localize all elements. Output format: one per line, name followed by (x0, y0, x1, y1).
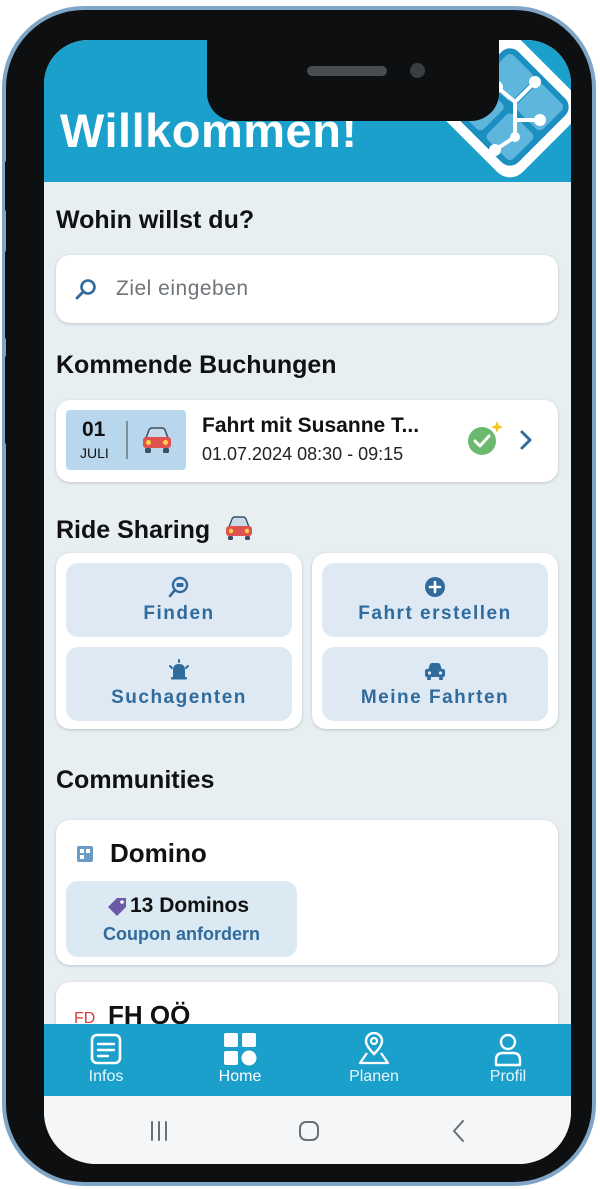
booking-month: JULI (80, 445, 109, 461)
front-camera (410, 63, 425, 78)
my-rides-label: Meine Fahrten (360, 687, 510, 708)
communities-heading: Communities (56, 766, 215, 794)
nav-item-profil[interactable]: Profil (453, 1024, 563, 1096)
phone-side-button (5, 250, 15, 340)
search-placeholder: Ziel eingeben (116, 277, 249, 300)
coupon-request-button[interactable]: 13 Dominos Coupon anfordern (66, 881, 297, 957)
system-nav-bar (44, 1096, 571, 1164)
phone-notch (207, 40, 499, 121)
phone-side-button (5, 355, 15, 445)
tag-icon (108, 898, 126, 916)
home-button-icon[interactable] (294, 1116, 324, 1146)
home-grid-icon (224, 1033, 257, 1066)
booking-day: 01 (82, 418, 106, 441)
nav-label: Home (218, 1068, 262, 1085)
create-ride-button[interactable]: Fahrt erstellen (322, 563, 548, 637)
person-icon (494, 1033, 522, 1067)
alarm-bell-icon (169, 659, 189, 680)
car-icon (143, 427, 171, 453)
domino-count: 13 Dominos (130, 894, 250, 917)
search-heading: Wohin willst du? (56, 206, 255, 234)
divider (126, 421, 128, 459)
nav-item-infos[interactable]: Infos (51, 1024, 161, 1096)
search-agents-label: Suchagenten (111, 687, 247, 708)
plus-circle-icon (425, 577, 445, 597)
back-icon[interactable] (444, 1116, 474, 1146)
search-input[interactable]: Ziel eingeben (56, 255, 558, 323)
recent-apps-icon[interactable] (144, 1116, 174, 1146)
find-ride-label: Finden (143, 603, 215, 624)
nav-label: Profil (489, 1068, 527, 1085)
phone-side-button (5, 160, 15, 212)
my-rides-button[interactable]: Meine Fahrten (322, 647, 548, 721)
app-screen: Willkommen! Wohin willst du? Ziel eingeb… (44, 40, 571, 1164)
ride-sharing-panel-left: Finden Suchagenten (56, 553, 302, 729)
nav-label: Planen (349, 1068, 399, 1085)
create-ride-label: Fahrt erstellen (358, 603, 512, 624)
community-card-domino[interactable]: Domino 13 Dominos Coupon anfordern (56, 820, 558, 965)
search-icon (75, 279, 96, 300)
ride-sharing-panel-right: Fahrt erstellen Meine Fahrten (312, 553, 558, 729)
nav-item-planen[interactable]: Planen (319, 1024, 429, 1096)
news-icon (90, 1033, 122, 1065)
ride-sharing-heading-text: Ride Sharing (56, 516, 211, 544)
booking-card[interactable]: 01 JULI Fahrt mit Susanne T... 01.07.202… (56, 400, 558, 482)
map-pin-icon (358, 1032, 390, 1065)
car-emoji-icon (226, 516, 253, 540)
find-ride-button[interactable]: Finden (66, 563, 292, 637)
nav-label: Infos (88, 1068, 124, 1085)
booking-title: Fahrt mit Susanne T... (202, 414, 420, 437)
search-agents-button[interactable]: Suchagenten (66, 647, 292, 721)
bottom-nav: Infos Home Planen Profil (44, 1024, 571, 1096)
car-icon (425, 663, 445, 680)
nav-item-home[interactable]: Home (185, 1024, 295, 1096)
coupon-request-link[interactable]: Coupon anfordern (66, 924, 297, 945)
speaker-grille (307, 66, 387, 76)
search-car-icon (168, 576, 189, 598)
ride-sharing-heading: Ride Sharing (56, 514, 255, 545)
domino-logo-icon (77, 846, 93, 862)
community-name: Domino (110, 838, 207, 868)
booking-date-badge: 01 JULI (66, 410, 186, 470)
bookings-heading: Kommende Buchungen (56, 351, 337, 379)
chevron-right-icon[interactable] (519, 429, 533, 451)
booking-time: 01.07.2024 08:30 - 09:15 (202, 444, 404, 464)
confirmed-check-icon (468, 421, 503, 455)
